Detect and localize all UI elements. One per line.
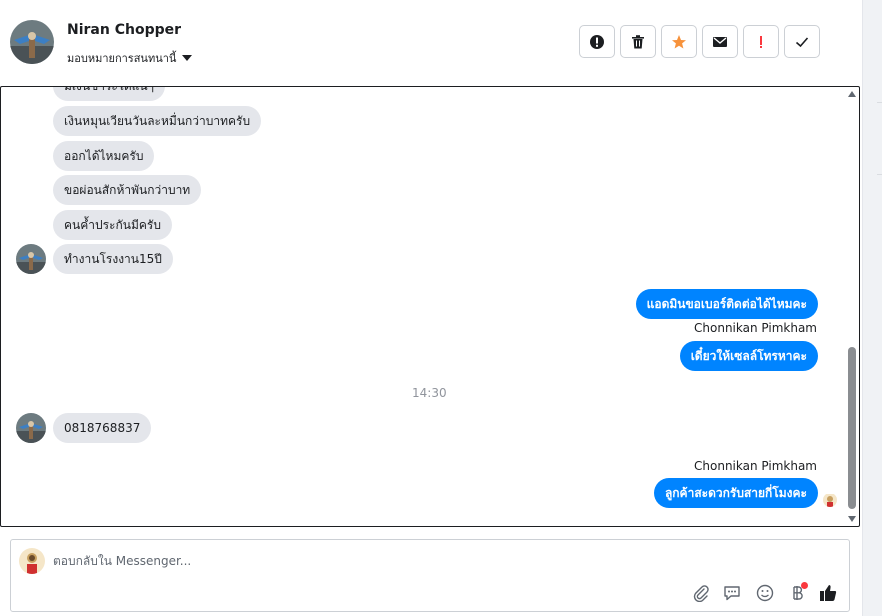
speech-bubble-icon — [724, 586, 740, 601]
alert-circle-icon — [590, 34, 604, 49]
trash-icon — [632, 34, 644, 48]
scroll-up-arrow-icon[interactable] — [848, 91, 856, 97]
assign-label: มอบหมายการสนทนานี้ — [67, 52, 177, 65]
divider — [877, 102, 882, 103]
follow-up-button[interactable] — [743, 25, 779, 58]
message-incoming: ขอผ่อนสักห้าพันกว่าบาท — [53, 175, 202, 205]
contact-avatar[interactable] — [10, 20, 54, 64]
message-incoming: คนค้ำประกันมีครับ — [53, 210, 172, 240]
sender-name: Chonnikan Pimkham — [694, 459, 817, 473]
paperclip-icon — [693, 585, 709, 602]
mark-done-button[interactable] — [784, 25, 820, 58]
message-incoming: 0818768837 — [53, 413, 152, 443]
contact-avatar — [16, 244, 46, 274]
side-panel-edge — [862, 0, 882, 616]
sender-name: Chonnikan Pimkham — [694, 321, 817, 335]
check-icon — [795, 36, 809, 47]
message-outgoing: เดี๋ยวให้เซลล์โทรหาคะ — [679, 341, 818, 371]
reply-composer — [10, 539, 850, 612]
header-actions — [579, 25, 820, 58]
mark-spam-button[interactable] — [579, 25, 615, 58]
smiley-icon — [756, 584, 774, 602]
message-outgoing: แอดมินขอเบอร์ติดต่อได้ไหมคะ — [635, 289, 818, 319]
message-incoming: ทำงานโรงงาน15ปี — [53, 244, 173, 274]
star-button[interactable] — [661, 25, 697, 58]
payment-button[interactable] — [786, 582, 808, 604]
seen-avatar — [823, 493, 837, 507]
mark-unread-button[interactable] — [702, 25, 738, 58]
message-outgoing: ลูกค้าสะดวกรับสายกี่โมงคะ — [653, 478, 818, 508]
thread-scrollbar[interactable] — [845, 87, 859, 526]
message-incoming: ออกได้ไหมครับ — [53, 141, 155, 171]
thumbs-up-icon — [820, 585, 837, 601]
message-timestamp: 14:30 — [412, 386, 447, 400]
exclamation-icon — [760, 35, 762, 48]
reply-input[interactable] — [53, 550, 653, 572]
conversation-header: Niran Chopper มอบหมายการสนทนานี้ — [0, 0, 862, 84]
message-incoming: เงินหมุนเวียนวันละหมื่นกว่าบาทครับ — [53, 106, 262, 136]
star-icon — [672, 34, 686, 48]
scroll-down-arrow-icon[interactable] — [848, 516, 856, 522]
caret-down-icon — [182, 55, 193, 61]
emoji-button[interactable] — [754, 582, 776, 604]
scroll-thumb[interactable] — [848, 347, 856, 509]
attach-button[interactable] — [690, 582, 712, 604]
assign-conversation-dropdown[interactable]: มอบหมายการสนทนานี้ — [67, 49, 193, 67]
page-avatar — [19, 548, 45, 574]
envelope-icon — [713, 36, 727, 47]
message-thread[interactable]: มีเงินชำระได้แน่ๆ เงินหมุนเวียนวันละหมื่… — [0, 86, 860, 527]
contact-name: Niran Chopper — [67, 22, 182, 38]
saved-replies-button[interactable] — [721, 582, 743, 604]
notification-dot — [801, 582, 808, 589]
delete-button[interactable] — [620, 25, 656, 58]
like-button[interactable] — [817, 582, 839, 604]
message-incoming: มีเงินชำระได้แน่ๆ — [53, 87, 166, 101]
divider — [877, 174, 882, 175]
contact-avatar — [16, 413, 46, 443]
